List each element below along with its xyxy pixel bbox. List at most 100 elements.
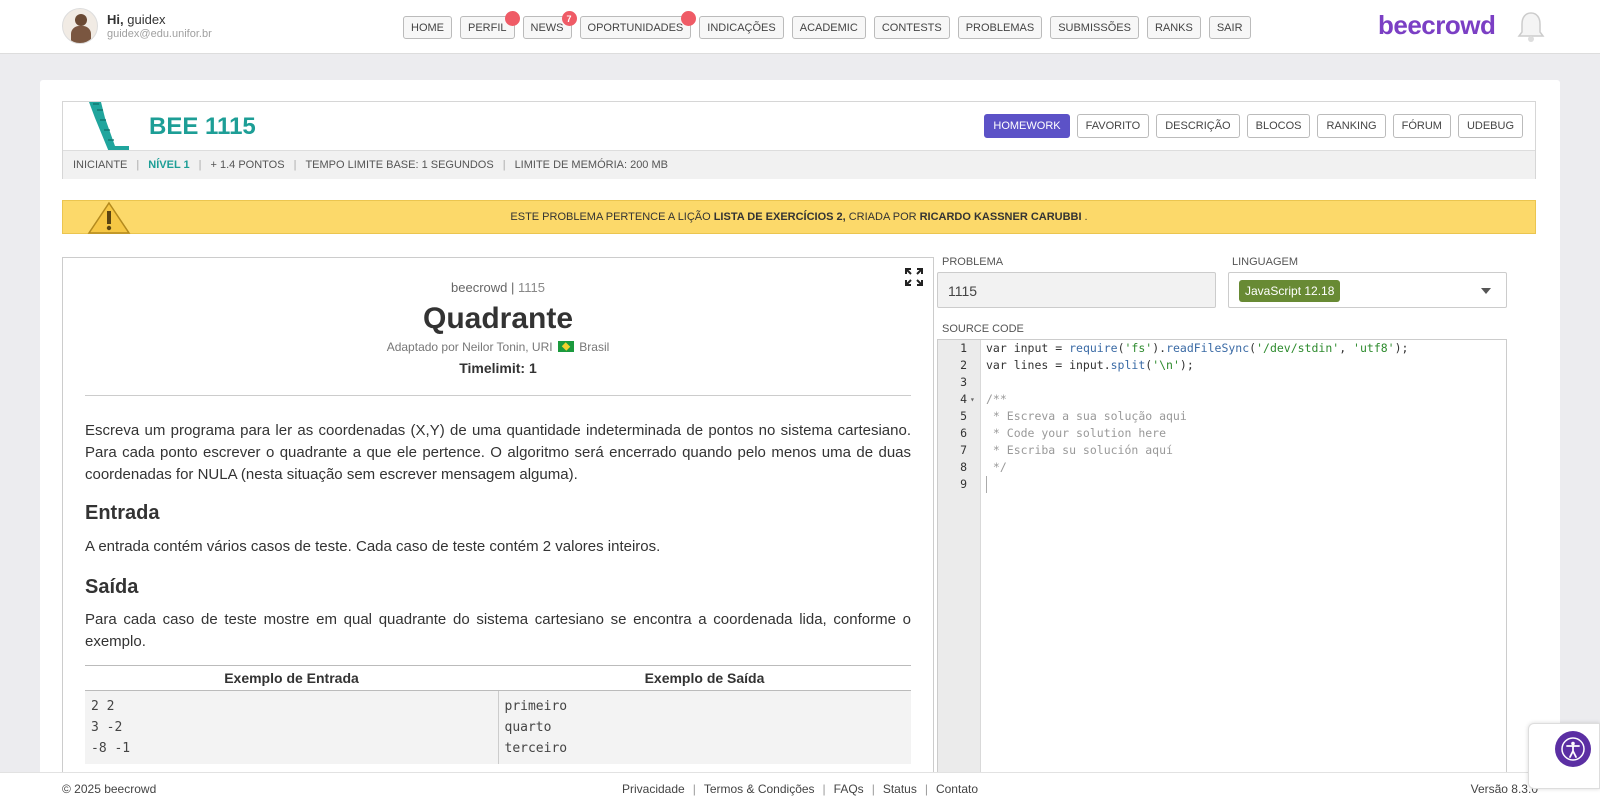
- code-line[interactable]: 7 * Escriba su solución aquí: [938, 442, 1506, 459]
- footer: © 2025 beecrowd Privacidade | Termos & Con…: [0, 772, 1600, 804]
- nav-indica-es[interactable]: INDICAÇÕES: [699, 16, 784, 39]
- statement-title: Quadrante: [422, 302, 574, 335]
- nav-perfil[interactable]: PERFIL: [460, 11, 520, 39]
- nav-submiss-es[interactable]: SUBMISSÕES: [1050, 16, 1139, 39]
- example-output-line: terceiro: [504, 741, 568, 756]
- code-line[interactable]: 1 var input = require('fs').readFileSync(…: [938, 340, 1506, 357]
- line-number: 4: [960, 392, 967, 406]
- code-line[interactable]: 9: [938, 476, 1506, 493]
- meta-level: NÍVEL 1: [148, 159, 190, 171]
- footer-link-termos-condi-es[interactable]: Termos & Condições: [704, 782, 815, 796]
- nav-label: OPORTUNIDADES: [587, 21, 684, 34]
- nav-news[interactable]: NEWS 7: [522, 11, 577, 39]
- input-text: A entrada contém vários casos de teste. …: [85, 538, 661, 555]
- language-label: LINGUAGEM: [1232, 256, 1299, 268]
- statement-brand: beecrowd | 1115: [451, 280, 545, 295]
- problem-meta: INICIANTE | NÍVEL 1 | + 1.4 PONTOS | TEM…: [63, 150, 1535, 179]
- code-text: var lines = input.split('\n');: [986, 358, 1194, 372]
- code-editor[interactable]: 1 var input = require('fs').readFileSync(…: [937, 339, 1507, 780]
- nav-problemas[interactable]: PROBLEMAS: [957, 16, 1043, 39]
- code-line[interactable]: 3: [938, 374, 1506, 391]
- code-line[interactable]: 6 * Code your solution here: [938, 425, 1506, 442]
- problem-tabs: HOMEWORK FAVORITO DESCRIÇÃO BLOCOS RANKING FÓ…: [984, 114, 1523, 138]
- language-value: JavaScript 12.18: [1239, 280, 1341, 302]
- warning-icon: [87, 201, 131, 234]
- main-card: BEE 1115 HOMEWORK FAVORITO DESCRIÇÃO BLOCOS…: [40, 80, 1560, 780]
- code-line[interactable]: 2 var lines = input.split('\n');: [938, 357, 1506, 374]
- beecrowd-logo[interactable]: beecrowd: [1378, 10, 1496, 41]
- tab-f-rum[interactable]: FÓRUM: [1392, 114, 1451, 138]
- tab-udebug[interactable]: UDEBUG: [1457, 114, 1523, 138]
- problem-statement: beecrowd | 1115 Quadrante Adaptado por N…: [62, 257, 934, 780]
- source-code-label: SOURCE CODE: [942, 323, 1024, 335]
- nav-home[interactable]: HOME: [403, 16, 452, 39]
- line-number: 7: [960, 443, 967, 457]
- nav-label: PROBLEMAS: [965, 21, 1035, 34]
- footer-link-status[interactable]: Status: [883, 782, 917, 796]
- code-line[interactable]: 4 ▾ /**: [938, 391, 1506, 408]
- notification-badge: [681, 11, 697, 26]
- output-text: Para cada caso de teste mostre em qual q…: [85, 611, 911, 650]
- example-output: primeiro quarto terceiro: [497, 691, 912, 764]
- code-text: */: [986, 460, 1007, 474]
- nav-sair[interactable]: SAIR: [1208, 16, 1251, 39]
- code-text: * Code your solution here: [986, 426, 1167, 440]
- avatar[interactable]: [62, 8, 98, 44]
- line-number: 1: [960, 341, 967, 355]
- example-output-line: quarto: [504, 720, 552, 735]
- nav-academic[interactable]: ACADEMIC: [791, 16, 866, 39]
- statement-timelimit: Timelimit: 1: [459, 360, 537, 376]
- example-input-header: Exemplo de Entrada: [224, 670, 359, 686]
- notice-prefix: ESTE PROBLEMA PERTENCE A LIÇÃO: [510, 211, 711, 223]
- notice-author[interactable]: RICARDO KASSNER CARUBBI: [920, 211, 1082, 223]
- language-select[interactable]: JavaScript 12.18: [1228, 272, 1507, 308]
- code-text: * Escriba su solución aquí: [986, 443, 1173, 457]
- footer-link-faqs[interactable]: FAQs: [834, 782, 864, 796]
- user-name: guidex: [127, 12, 166, 27]
- meta-category: INICIANTE: [73, 159, 128, 171]
- line-number: 2: [960, 358, 967, 372]
- notice-lesson[interactable]: LISTA DE EXERCÍCIOS 2,: [714, 211, 846, 223]
- user-greeting: Hi, guidex: [107, 12, 166, 27]
- nav-label: SAIR: [1216, 21, 1243, 34]
- nav-label: SUBMISSÕES: [1058, 21, 1131, 34]
- problem-input[interactable]: 1115: [937, 272, 1216, 308]
- code-text: var input = require('fs').readFileSync('…: [986, 341, 1409, 355]
- accessibility-icon[interactable]: [1555, 731, 1591, 767]
- top-bar: Hi, guidex guidex@edu.unifor.br HOME PERF…: [0, 0, 1600, 54]
- example-input-line: 3 -2: [91, 720, 123, 735]
- example-input-line: -8 -1: [91, 741, 131, 756]
- nav-label: ACADEMIC: [799, 21, 858, 34]
- code-line[interactable]: 5 * Escreva a sua solução aqui: [938, 408, 1506, 425]
- nav-label: RANKS: [1154, 21, 1193, 34]
- nav-label: HOME: [411, 21, 444, 34]
- code-line[interactable]: 8 */: [938, 459, 1506, 476]
- tab-ranking[interactable]: RANKING: [1317, 114, 1386, 138]
- notice-middle: CRIADA POR: [848, 211, 917, 223]
- nav-contests[interactable]: CONTESTS: [873, 16, 950, 39]
- meta-memory: LIMITE DE MEMÓRIA: 200 MB: [514, 159, 668, 171]
- line-number: 5: [960, 409, 967, 423]
- problem-header: BEE 1115 HOMEWORK FAVORITO DESCRIÇÃO BLOCOS…: [62, 101, 1536, 179]
- problem-label: PROBLEMA: [942, 256, 1004, 268]
- notification-badge: [504, 11, 520, 26]
- nav-ranks[interactable]: RANKS: [1146, 16, 1201, 39]
- bell-icon[interactable]: [1516, 10, 1546, 44]
- nav-oportunidades[interactable]: OPORTUNIDADES: [579, 11, 697, 39]
- chevron-down-icon: [1481, 288, 1491, 294]
- example-input-line: 2 2: [91, 699, 115, 714]
- meta-time: TEMPO LIMITE BASE: 1 SEGUNDOS: [305, 159, 494, 171]
- fold-caret-icon[interactable]: ▾: [970, 391, 975, 408]
- footer-link-privacidade[interactable]: Privacidade: [622, 782, 685, 796]
- code-text: /**: [986, 392, 1007, 406]
- problem-hook-icon: [89, 102, 129, 152]
- tab-blocos[interactable]: BLOCOS: [1246, 114, 1311, 138]
- accessibility-widget[interactable]: [1528, 723, 1600, 789]
- footer-link-contato[interactable]: Contato: [936, 782, 978, 796]
- line-number: 8: [960, 460, 967, 474]
- nav-label: INDICAÇÕES: [707, 21, 776, 34]
- tab-favorito[interactable]: FAVORITO: [1076, 114, 1150, 138]
- line-number: 3: [960, 375, 967, 389]
- tab-homework[interactable]: HOMEWORK: [984, 114, 1070, 138]
- tab-descri-o[interactable]: DESCRIÇÃO: [1156, 114, 1240, 138]
